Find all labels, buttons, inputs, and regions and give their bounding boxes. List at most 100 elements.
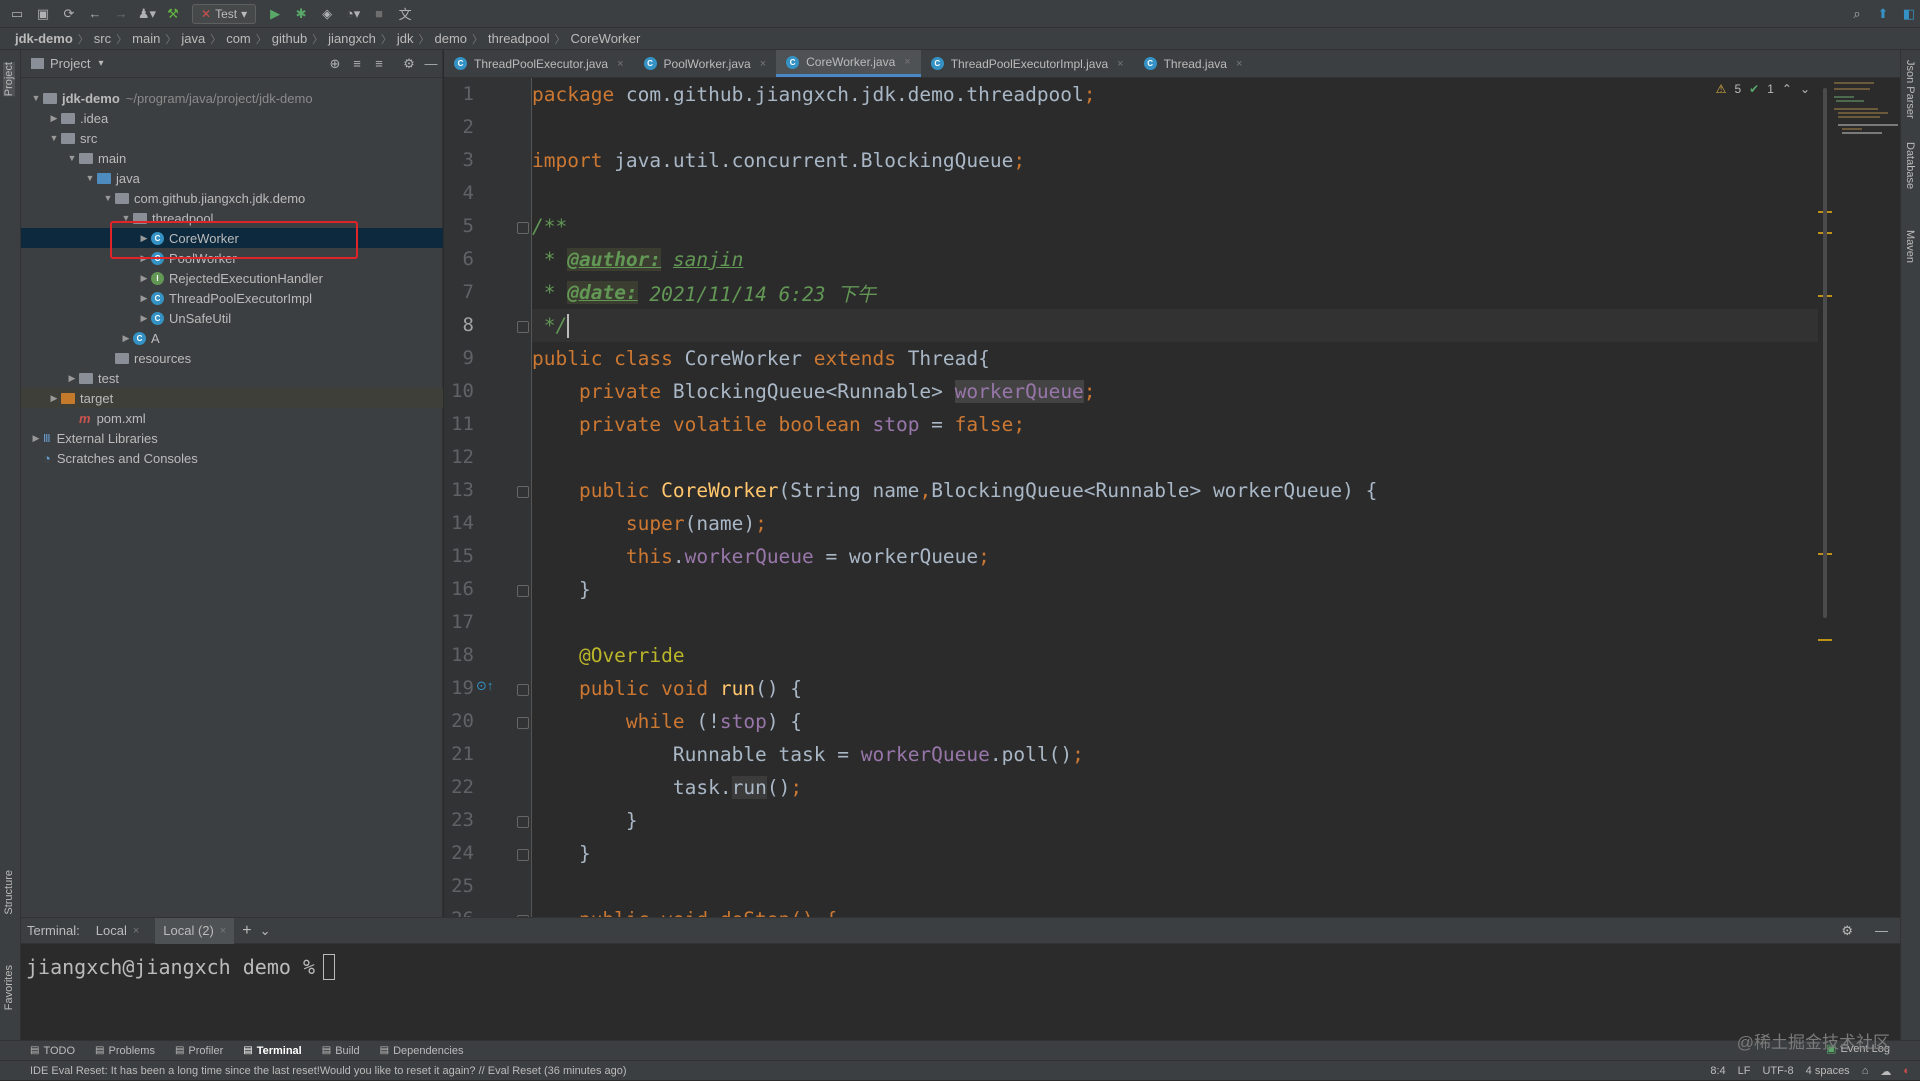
bottom-tab-profiler[interactable]: ▤ Profiler	[175, 1045, 223, 1057]
file-encoding[interactable]: UTF-8	[1762, 1065, 1793, 1077]
profile-icon[interactable]: ◔▾	[342, 3, 364, 25]
code-line[interactable]: private volatile boolean stop = false;	[532, 408, 1025, 441]
chevron-right-icon[interactable]: ▶	[29, 433, 43, 444]
fold-marker-icon[interactable]	[517, 222, 529, 234]
editor-tab[interactable]: C ThreadPoolExecutorImpl.java ×	[921, 50, 1134, 77]
breadcrumb-item[interactable]: jdk	[392, 31, 419, 46]
breadcrumb-item[interactable]: threadpool	[483, 31, 554, 46]
code-line[interactable]: }	[532, 573, 591, 606]
json-parser-tool-button[interactable]: Json Parser	[1904, 60, 1916, 119]
fold-marker-icon[interactable]	[517, 321, 529, 333]
editor-tab[interactable]: C PoolWorker.java ×	[634, 50, 777, 77]
tree-item[interactable]: ▼ main	[21, 148, 443, 168]
breadcrumb-item[interactable]: github	[267, 31, 312, 46]
code-line[interactable]: private BlockingQueue<Runnable> workerQu…	[532, 375, 1096, 408]
database-tool-button[interactable]: Database	[1904, 142, 1916, 189]
breadcrumb-item[interactable]: java	[176, 31, 210, 46]
tree-item[interactable]: ▶ target	[21, 388, 443, 408]
close-icon[interactable]: ×	[760, 58, 766, 70]
run-icon[interactable]: ▶	[264, 3, 286, 25]
bottom-tab-terminal[interactable]: ▤ Terminal	[243, 1045, 301, 1057]
sync-icon[interactable]: ⟳	[58, 3, 80, 25]
fold-marker-icon[interactable]	[517, 849, 529, 861]
chevron-right-icon[interactable]: ▶	[137, 313, 151, 324]
favorites-tool-button[interactable]: Favorites	[3, 965, 15, 1010]
hide-panel-icon[interactable]: —	[1875, 923, 1888, 938]
line-separator[interactable]: LF	[1738, 1065, 1751, 1077]
tree-item[interactable]: ▶ C ThreadPoolExecutorImpl	[21, 288, 443, 308]
bottom-tab-todo[interactable]: ▤ TODO	[30, 1045, 75, 1057]
settings-gear-icon[interactable]: ⚙	[1841, 923, 1853, 939]
build-hammer-icon[interactable]: ⚒	[162, 3, 184, 25]
breadcrumb-item[interactable]: jiangxch	[323, 31, 381, 46]
editor-scrollbar[interactable]	[1818, 78, 1832, 917]
bottom-tab-dependencies[interactable]: ▤ Dependencies	[380, 1045, 464, 1057]
lock-icon[interactable]: ⌂	[1862, 1065, 1869, 1077]
update-icon[interactable]: ⬆	[1872, 3, 1894, 25]
chevron-right-icon[interactable]: ▶	[137, 293, 151, 304]
breadcrumb-item[interactable]: main	[127, 31, 165, 46]
override-icon[interactable]: ⊙↑	[476, 678, 493, 694]
open-folder-icon[interactable]: ▭	[6, 3, 28, 25]
debug-icon[interactable]: ✱	[290, 3, 312, 25]
back-icon[interactable]: ←	[84, 3, 106, 25]
tree-item[interactable]: ▼ java	[21, 168, 443, 188]
inspection-widget[interactable]: ⚠ 5 ✔ 1 ⌃ ⌄	[1716, 82, 1810, 96]
tree-item[interactable]: resources	[21, 348, 443, 368]
coverage-icon[interactable]: ◈	[316, 3, 338, 25]
close-icon[interactable]: ×	[133, 925, 139, 937]
chevron-right-icon[interactable]: ▶	[119, 333, 133, 344]
user-icon[interactable]: ♟▾	[136, 3, 158, 25]
code-line[interactable]: this. workerQueue = workerQueue;	[532, 540, 990, 573]
status-message[interactable]: IDE Eval Reset: It has been a long time …	[30, 1065, 627, 1077]
code-line[interactable]: /**	[532, 210, 567, 243]
chevron-down-icon[interactable]: ▼	[29, 93, 43, 103]
breadcrumb-item[interactable]: CoreWorker	[565, 31, 645, 46]
code-line[interactable]: import java.util.concurrent.BlockingQueu…	[532, 144, 1025, 177]
chevron-down-icon[interactable]: ▾	[98, 58, 103, 69]
breadcrumb-item[interactable]: src	[89, 31, 116, 46]
bottom-tab-build[interactable]: ▤ Build	[322, 1045, 360, 1057]
fold-marker-icon[interactable]	[517, 585, 529, 597]
chevron-down-icon[interactable]: ▼	[47, 133, 61, 143]
editor-tab[interactable]: C ThreadPoolExecutor.java ×	[444, 50, 634, 77]
terminal-body[interactable]: jiangxch@jiangxch demo %	[21, 944, 1900, 990]
tree-item[interactable]: m pom.xml	[21, 408, 443, 428]
tree-item[interactable]: ▼ jdk-demo ~/program/java/project/jdk-demo	[21, 88, 443, 108]
editor-tab[interactable]: C CoreWorker.java ×	[776, 50, 921, 77]
editor-tab[interactable]: C Thread.java ×	[1134, 50, 1253, 77]
breadcrumb-item[interactable]: jdk-demo	[10, 31, 78, 46]
search-icon[interactable]: ⌕	[1846, 3, 1868, 25]
close-icon[interactable]: ×	[1236, 58, 1242, 70]
close-icon[interactable]: ×	[220, 925, 226, 937]
save-icon[interactable]: ▣	[32, 3, 54, 25]
code-minimap[interactable]	[1832, 78, 1900, 158]
code-line[interactable]: Runnable task = workerQueue .poll();	[532, 738, 1084, 771]
status-plugin-icon[interactable]: ◐	[1903, 1065, 1910, 1077]
code-line[interactable]: while (! stop) {	[532, 705, 802, 738]
scroll-thumb[interactable]	[1823, 88, 1827, 618]
hide-panel-icon[interactable]: —	[420, 53, 442, 75]
close-icon[interactable]: ×	[1117, 58, 1123, 70]
plugin-icon[interactable]: ◧	[1898, 3, 1920, 25]
tree-item[interactable]: ▶ test	[21, 368, 443, 388]
translate-icon[interactable]: 文	[394, 3, 416, 25]
chevron-down-icon[interactable]: ⌄	[260, 923, 271, 939]
tree-item[interactable]: ▶ C A	[21, 328, 443, 348]
code-line[interactable]: public CoreWorker (String name, BlockingQu…	[532, 474, 1377, 507]
tree-item[interactable]: ▼ src	[21, 128, 443, 148]
chevron-down-icon[interactable]: ▼	[83, 173, 97, 183]
fold-marker-icon[interactable]	[517, 486, 529, 498]
terminal-tab-local-2[interactable]: Local (2) ×	[155, 917, 235, 944]
code-line[interactable]: * @date: 2021/11/14 6:23 下午	[532, 276, 876, 309]
tree-item[interactable]: ▶ C UnSafeUtil	[21, 308, 443, 328]
run-configuration-select[interactable]: ✕ Test ▾	[192, 3, 257, 24]
code-line[interactable]: }	[532, 837, 591, 870]
tree-item[interactable]: ▶ Ⅲ External Libraries	[21, 428, 443, 448]
breadcrumb-item[interactable]: demo	[430, 31, 473, 46]
chevron-up-icon[interactable]: ⌃	[1782, 82, 1792, 96]
structure-tool-button[interactable]: Structure	[3, 870, 15, 915]
terminal-tab-local[interactable]: Local ×	[88, 918, 148, 944]
add-tab-icon[interactable]: +	[242, 922, 251, 940]
indent-setting[interactable]: 4 spaces	[1806, 1065, 1850, 1077]
